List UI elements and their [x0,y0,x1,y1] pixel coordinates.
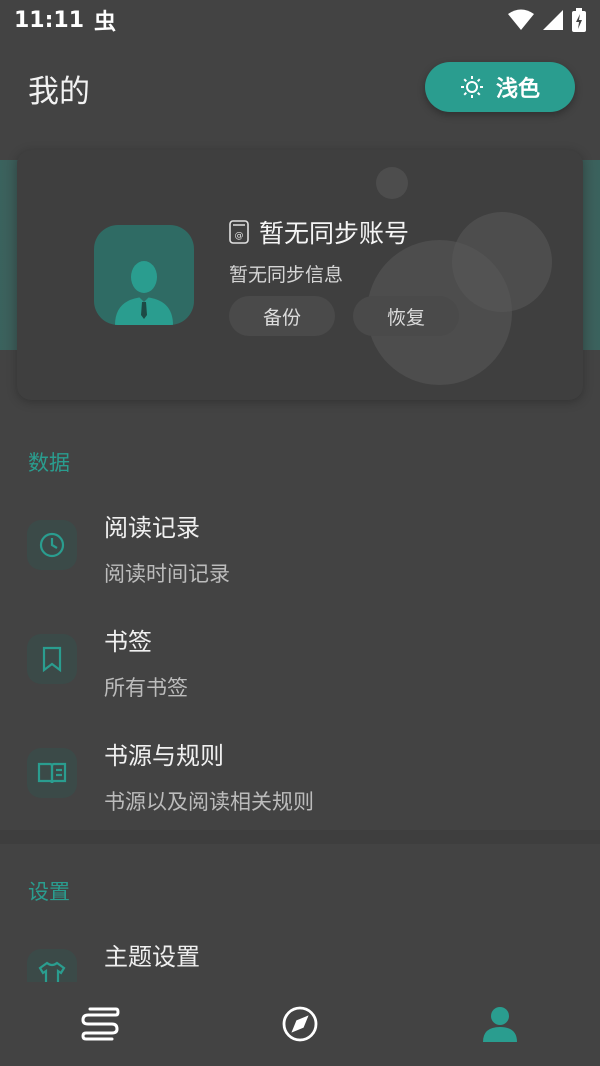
svg-text:@: @ [235,231,244,241]
signal-icon [543,10,563,30]
section-title-data: 数据 [28,451,70,475]
bookshelf-icon [81,1007,120,1041]
shirt-icon [38,961,66,982]
nav-bookshelf[interactable] [60,982,140,1066]
item-title: 阅读记录 [104,514,200,542]
item-icon-box [27,949,77,982]
item-icon-box [27,634,77,684]
profile-icon [483,1007,517,1042]
account-row[interactable]: @ 暂无同步账号 [229,214,409,250]
status-left: 11:11 虫 [14,4,116,36]
bottom-navigation [0,982,600,1066]
theme-toggle-button[interactable]: 浅色 [425,62,575,112]
list-item-reading-history[interactable]: 阅读记录 阅读时间记录 [0,492,600,602]
header: 我的 浅色 [0,58,600,118]
item-title: 书签 [104,628,152,656]
theme-button-label: 浅色 [495,77,540,102]
list-item-sources[interactable]: 书源与规则 书源以及阅读相关规则 [0,720,600,830]
sync-info: 暂无同步信息 [229,264,344,286]
sun-icon [460,76,483,98]
status-right [508,8,586,32]
status-bar: 11:11 虫 [0,0,600,40]
item-icon-box [27,520,77,570]
list-item-theme-settings[interactable]: 主题设置 [0,921,600,982]
wifi-icon [508,9,534,30]
decor-bubble-medium [452,212,552,312]
page-title: 我的 [28,74,90,110]
item-subtitle: 所有书签 [104,676,188,700]
section-divider [0,830,600,844]
nav-profile[interactable] [460,982,540,1066]
item-icon-box [27,748,77,798]
status-app-glyph: 虫 [94,10,117,35]
profile-card[interactable]: @ 暂无同步账号 暂无同步信息 备份 恢复 [17,150,583,400]
list-item-bookmarks[interactable]: 书签 所有书签 [0,606,600,716]
bookmark-icon [42,646,62,673]
item-subtitle: 阅读时间记录 [104,562,230,586]
user-icon [115,261,173,325]
compass-icon [282,1006,318,1042]
restore-button[interactable]: 恢复 [353,296,459,336]
item-title: 主题设置 [104,943,200,971]
status-time: 11:11 [14,7,85,33]
battery-icon [572,8,586,32]
item-title: 书源与规则 [104,742,224,770]
account-book-icon: @ [229,220,249,244]
avatar[interactable] [94,225,194,325]
decor-bubble-small [376,167,408,199]
item-subtitle: 书源以及阅读相关规则 [104,790,314,814]
account-name: 暂无同步账号 [259,219,410,248]
nav-discover[interactable] [260,982,340,1066]
book-open-icon [37,762,67,784]
clock-icon [39,532,65,558]
backup-button[interactable]: 备份 [229,296,335,336]
section-title-settings: 设置 [28,880,70,904]
